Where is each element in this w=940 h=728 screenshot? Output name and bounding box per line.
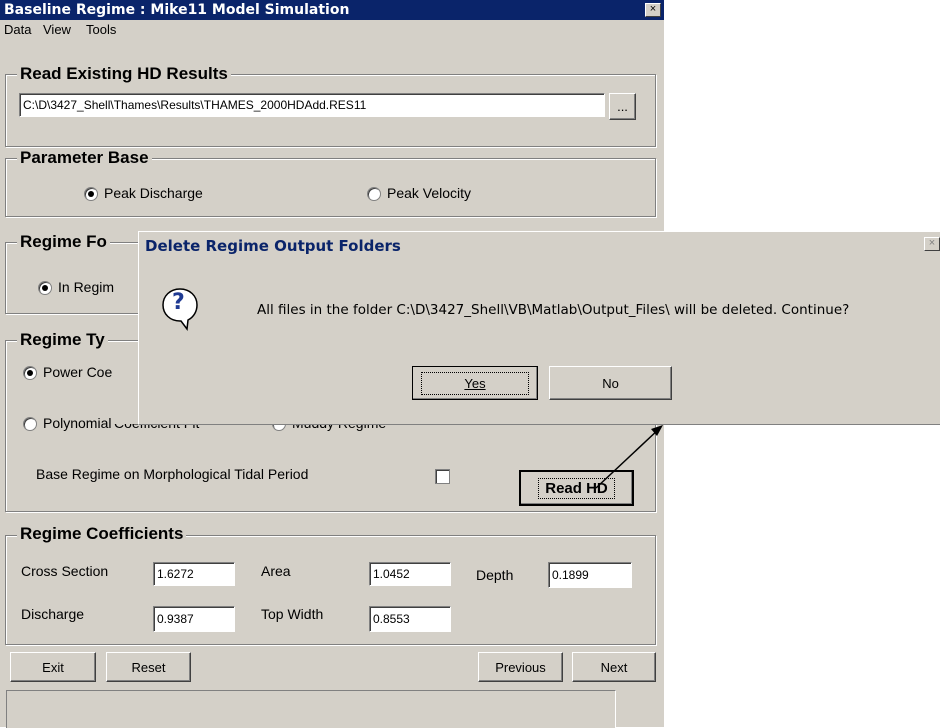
question-glyph: ?: [172, 290, 185, 315]
dialog-title-bar: Delete Regime Output Folders ×: [139, 232, 940, 258]
dialog-message: All files in the folder C:\D\3427_Shell\…: [257, 302, 850, 318]
question-icon: ?: [161, 287, 199, 331]
arrow-line: [595, 427, 661, 489]
yes-button[interactable]: Yes: [412, 366, 538, 400]
no-button[interactable]: No: [549, 366, 672, 400]
dialog-title: Delete Regime Output Folders: [145, 237, 401, 255]
dialog-close-icon[interactable]: ×: [924, 237, 940, 251]
no-button-label: No: [602, 375, 619, 391]
delete-folders-dialog: Delete Regime Output Folders × ? All fil…: [138, 231, 940, 425]
yes-button-label: Yes: [421, 371, 529, 395]
